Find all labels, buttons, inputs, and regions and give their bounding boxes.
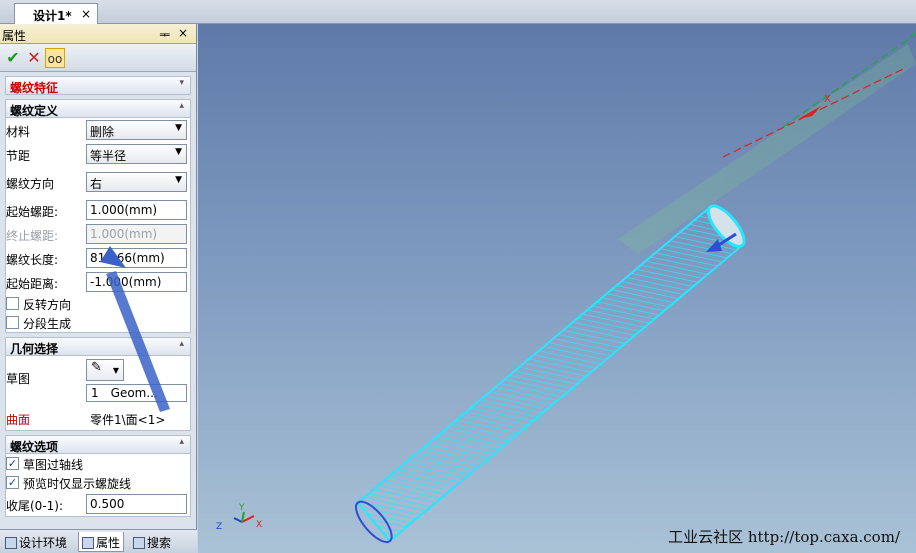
- surface-field[interactable]: 零件1\面<1>: [86, 408, 187, 428]
- orientation-triad: Z Y X: [216, 503, 262, 532]
- material-select[interactable]: 删除 ▼: [86, 120, 187, 140]
- tab-search[interactable]: 搜索: [130, 532, 174, 552]
- options-group: ✓ 草图过轴线 ✓ 预览时仅显示螺旋线 收尾(0-1): 0.500: [5, 454, 191, 517]
- chevron-up-icon: ▴: [179, 339, 184, 349]
- panel-toolbar: ✔ ✕ oo: [0, 44, 196, 72]
- 3d-viewport[interactable]: X Z Y X 工业云社区 http://top.caxa.com/: [198, 24, 916, 553]
- tab-search-label: 搜索: [147, 536, 172, 550]
- preview-helix-option[interactable]: ✓ 预览时仅显示螺旋线: [6, 473, 190, 492]
- preview-surface: [618, 44, 916, 254]
- close-panel-icon[interactable]: ×: [178, 26, 188, 40]
- confirm-check-icon[interactable]: ✔: [3, 48, 23, 68]
- sketch-pick-button[interactable]: ✎ ▼: [86, 359, 124, 381]
- triad-z-label: Z: [216, 522, 222, 532]
- viewport-scene: X Z Y X: [216, 33, 916, 544]
- tab-properties[interactable]: 属性: [78, 532, 125, 552]
- triad-y-label: Y: [238, 503, 245, 513]
- direction-label: 螺纹方向: [6, 177, 55, 191]
- geometry-group: 草图 ✎ ▼ 1 Geom... 曲面 零件1\面<1>: [5, 356, 191, 431]
- axis-x-label: X: [824, 94, 831, 105]
- chevron-up-icon: ▴: [179, 437, 184, 447]
- document-tab-title: 设计1*: [33, 9, 72, 23]
- chevron-down-icon: ▾: [179, 78, 184, 88]
- start-distance-label: 起始距离:: [6, 277, 59, 291]
- dropdown-arrow-icon: ▼: [112, 366, 119, 375]
- tail-field[interactable]: 0.500: [86, 494, 187, 514]
- start-distance-field[interactable]: -1.000(mm): [86, 272, 187, 292]
- design-environment-icon: [5, 537, 17, 549]
- sketch-axis-checkbox[interactable]: ✓: [6, 457, 19, 470]
- document-tab-strip: 设计1* ×: [0, 0, 916, 24]
- start-pitch-label: 起始螺距:: [6, 205, 59, 219]
- axis-line-green: [782, 33, 916, 128]
- start-pitch-field[interactable]: 1.000(mm): [86, 200, 187, 220]
- definition-group: 材料 删除 ▼ 节距 等半径 ▼ 螺纹方向 右 ▼ 起始螺距: 1.000(mm) 终…: [5, 118, 191, 333]
- watermark-text: 工业云社区 http://top.caxa.com/: [668, 528, 900, 546]
- sketch-axis-option[interactable]: ✓ 草图过轴线: [6, 454, 190, 473]
- options-group-label: 螺纹选项: [10, 440, 59, 454]
- property-panel: 属性 ᆍ × ✔ ✕ oo 螺纹特征 ▾ 螺纹定义 ▴ 材料 删除 ▼ 节距 等半…: [0, 24, 197, 553]
- tab-design-environment-label: 设计环境: [19, 536, 68, 550]
- bottom-tab-bar: 设计环境 属性 搜索: [0, 529, 197, 553]
- pin-icon[interactable]: ᆍ: [159, 26, 170, 43]
- dropdown-arrow-icon: ▼: [175, 147, 182, 157]
- segment-option[interactable]: 分段生成: [6, 313, 190, 332]
- tab-design-environment[interactable]: 设计环境: [2, 532, 70, 552]
- pencil-icon: ✎: [91, 360, 102, 375]
- dropdown-arrow-icon: ▼: [175, 123, 182, 133]
- search-icon: [133, 537, 145, 549]
- end-pitch-label: 终止螺距:: [6, 229, 59, 243]
- segment-label: 分段生成: [23, 317, 72, 331]
- preview-helix-label: 预览时仅显示螺旋线: [23, 477, 132, 491]
- reverse-direction-checkbox[interactable]: [6, 297, 19, 310]
- preview-helix-checkbox[interactable]: ✓: [6, 476, 19, 489]
- sketch-label: 草图: [6, 372, 31, 386]
- cancel-x-icon[interactable]: ✕: [24, 48, 44, 68]
- feature-section-header[interactable]: 螺纹特征 ▾: [5, 76, 191, 95]
- material-label: 材料: [6, 125, 31, 139]
- preview-glasses-icon[interactable]: oo: [45, 48, 65, 68]
- tab-properties-label: 属性: [96, 536, 121, 550]
- sketch-axis-label: 草图过轴线: [23, 458, 84, 472]
- definition-group-label: 螺纹定义: [10, 104, 59, 118]
- reverse-direction-label: 反转方向: [23, 298, 72, 312]
- sketch-item-name: Geom...: [110, 386, 158, 400]
- sketch-list-item[interactable]: 1 Geom...: [86, 384, 187, 402]
- reverse-direction-option[interactable]: 反转方向: [6, 294, 190, 313]
- threaded-rod: [355, 204, 746, 544]
- sketch-item-number: 1: [91, 386, 99, 400]
- definition-group-header[interactable]: 螺纹定义 ▴: [5, 99, 191, 118]
- geometry-group-label: 几何选择: [10, 342, 59, 356]
- direction-value: 右: [90, 177, 103, 191]
- close-tab-icon[interactable]: ×: [81, 7, 91, 21]
- segment-checkbox[interactable]: [6, 316, 19, 329]
- dropdown-arrow-icon: ▼: [175, 175, 182, 185]
- surface-label: 曲面: [6, 413, 31, 427]
- pitch-value: 等半径: [90, 149, 127, 163]
- triad-x-label: X: [256, 520, 262, 530]
- options-group-header[interactable]: 螺纹选项 ▴: [5, 435, 191, 454]
- direction-select[interactable]: 右 ▼: [86, 172, 187, 192]
- feature-section-label: 螺纹特征: [10, 81, 59, 95]
- panel-title: 属性: [2, 29, 27, 43]
- geometry-group-header[interactable]: 几何选择 ▴: [5, 337, 191, 356]
- material-value: 删除: [90, 125, 115, 139]
- panel-title-bar: 属性 ᆍ ×: [0, 24, 196, 44]
- tail-label: 收尾(0-1):: [6, 499, 64, 513]
- pitch-select[interactable]: 等半径 ▼: [86, 144, 187, 164]
- chevron-up-icon: ▴: [179, 101, 184, 111]
- length-label: 螺纹长度:: [6, 253, 59, 267]
- pitch-label: 节距: [6, 149, 31, 163]
- document-tab[interactable]: 设计1* ×: [14, 3, 98, 24]
- end-pitch-field: 1.000(mm): [86, 224, 187, 244]
- length-field[interactable]: 81.466(mm): [86, 248, 187, 268]
- properties-icon: [82, 537, 94, 549]
